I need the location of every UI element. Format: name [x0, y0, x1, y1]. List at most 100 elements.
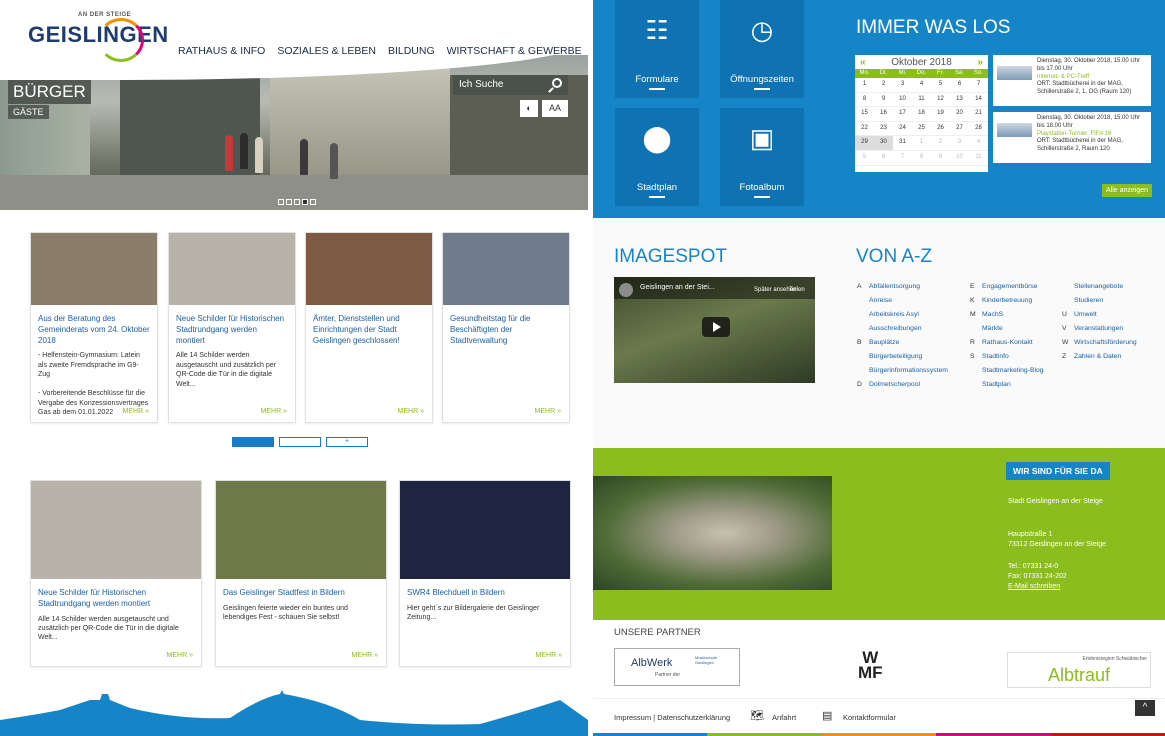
calendar-day[interactable]: 3 [893, 78, 912, 92]
calendar-day[interactable]: 23 [874, 122, 893, 136]
news-title[interactable]: SWR4 Blechduell in Bildern [400, 588, 570, 599]
az-link[interactable]: MachS [982, 311, 1003, 318]
calendar-day[interactable]: 1 [855, 78, 874, 92]
calendar-day[interactable]: 21 [969, 107, 988, 121]
news-title[interactable]: Ämter, Dienststellen und Einrichtungen d… [306, 314, 432, 346]
calendar-day[interactable]: 30 [874, 136, 893, 150]
calendar-day[interactable]: 12 [931, 93, 950, 107]
share-button[interactable]: Teilen [789, 287, 805, 293]
news-title[interactable]: Das Geislinger Stadtfest in Bildern [216, 588, 386, 599]
calendar-day[interactable]: 2 [931, 136, 950, 150]
az-entry[interactable]: M MachS [970, 308, 1044, 322]
news-more-link[interactable]: MEHR » [167, 652, 193, 659]
calendar-day[interactable]: 19 [931, 107, 950, 121]
calendar-next-button[interactable]: » [977, 57, 983, 68]
az-link[interactable]: Veranstaltungen [1074, 325, 1123, 332]
calendar-day[interactable]: 3 [950, 136, 969, 150]
pager-page-1[interactable] [232, 437, 274, 447]
nav-rathaus[interactable]: RATHAUS & INFO [178, 45, 265, 57]
event-title[interactable]: Internet- & PC-Treff [1037, 74, 1147, 82]
service-tile[interactable]: ☷ Formulare [615, 0, 699, 98]
calendar-day[interactable]: 4 [912, 78, 931, 92]
news-more-link[interactable]: MEHR » [352, 652, 378, 659]
hero-tab-gaeste[interactable]: GÄSTE [8, 105, 49, 119]
calendar-day[interactable]: 5 [855, 151, 874, 165]
calendar-day[interactable]: 1 [912, 136, 931, 150]
az-entry[interactable]: Z Zahlen & Daten [1062, 350, 1137, 364]
calendar-day[interactable]: 6 [874, 151, 893, 165]
az-entry[interactable]: E Engagementbörse [970, 280, 1044, 294]
az-link[interactable]: Märkte [982, 325, 1003, 332]
az-entry[interactable]: D Dolmetscherpool [857, 378, 948, 392]
hero-slider-dots[interactable] [278, 199, 316, 205]
news-card[interactable]: Aus der Beratung des Gemeinderats vom 24… [30, 232, 158, 423]
news-card[interactable]: Gesundheitstag für die Beschäftigten der… [442, 232, 570, 423]
calendar-prev-button[interactable]: « [860, 57, 866, 68]
hero-tab-buerger[interactable]: BÜRGER [8, 80, 91, 104]
news-more-link[interactable]: MEHR » [261, 408, 287, 415]
video-player[interactable]: Geislingen an der Stei... Später ansehen… [614, 277, 815, 383]
partner-albwerk-logo[interactable]: AlbWerk Partner der Musikschule Geisling… [614, 648, 740, 686]
az-link[interactable]: Stadtmarketing-Blog [982, 367, 1044, 374]
az-link[interactable]: Ausschreibungen [869, 325, 922, 332]
az-entry[interactable]: U Umwelt [1062, 308, 1137, 322]
az-entry[interactable]: Bürgerinformationssystem [857, 364, 948, 378]
az-entry[interactable]: Anreise [857, 294, 948, 308]
calendar-day[interactable]: 29 [855, 136, 874, 150]
calendar-day[interactable]: 16 [874, 107, 893, 121]
az-entry[interactable]: Stadtplan [970, 378, 1044, 392]
calendar-day[interactable]: 11 [969, 151, 988, 165]
calendar-day[interactable]: 7 [969, 78, 988, 92]
service-tile[interactable]: ⬤ Stadtplan [615, 108, 699, 206]
calendar-day[interactable]: 26 [931, 122, 950, 136]
nav-wirtschaft[interactable]: WIRTSCHAFT & GEWERBE [447, 45, 582, 57]
event-item[interactable]: Dienstag, 30. Oktober 2018, 15.00 Uhr bi… [993, 55, 1151, 106]
calendar-day[interactable]: 8 [912, 151, 931, 165]
az-link[interactable]: Stadtinfo [982, 353, 1009, 360]
calendar-day[interactable]: 5 [931, 78, 950, 92]
calendar-day[interactable]: 11 [912, 93, 931, 107]
news-more-link[interactable]: MEHR » [536, 652, 562, 659]
calendar-day[interactable]: 2 [874, 78, 893, 92]
az-link[interactable]: Wirtschaftsförderung [1074, 339, 1137, 346]
pager-page-2[interactable] [279, 437, 321, 447]
search-input[interactable]: Ich Suche [453, 75, 568, 95]
calendar-day[interactable]: 20 [950, 107, 969, 121]
calendar-day[interactable]: 10 [950, 151, 969, 165]
calendar-day[interactable]: 14 [969, 93, 988, 107]
az-link[interactable]: Studieren [1074, 297, 1103, 304]
font-size-button[interactable]: AA [542, 100, 568, 117]
az-link[interactable]: Bauplätze [869, 339, 899, 346]
az-entry[interactable]: Stellenangebote [1062, 280, 1137, 294]
event-title[interactable]: Playstation-Turnier: FIFA 19 [1037, 131, 1147, 139]
calendar-day[interactable]: 28 [969, 122, 988, 136]
az-entry[interactable]: K Kinderbetreuung [970, 294, 1044, 308]
calendar-day[interactable]: 8 [855, 93, 874, 107]
az-link[interactable]: Rathaus-Kontakt [982, 339, 1033, 346]
news-card[interactable]: SWR4 Blechduell in Bildern Hier geht´s zu… [399, 480, 571, 667]
az-link[interactable]: Dolmetscherpool [869, 381, 920, 388]
event-item[interactable]: Dienstag, 30. Oktober 2018, 15.00 Uhr bi… [993, 112, 1151, 163]
az-entry[interactable]: W Wirtschaftsförderung [1062, 336, 1137, 350]
calendar-day[interactable]: 4 [969, 136, 988, 150]
calendar-day[interactable]: 18 [912, 107, 931, 121]
kontakt-link[interactable]: Kontaktformular [843, 713, 896, 722]
news-title[interactable]: Gesundheitstag für die Beschäftigten der… [443, 314, 569, 346]
news-more-link[interactable]: MEHR » [398, 408, 424, 415]
az-entry[interactable]: Ausschreibungen [857, 322, 948, 336]
az-link[interactable]: Engagementbörse [982, 283, 1038, 290]
calendar-day[interactable]: 10 [893, 93, 912, 107]
az-link[interactable]: Umwelt [1074, 311, 1097, 318]
calendar-day[interactable]: 25 [912, 122, 931, 136]
az-entry[interactable]: Bürgerbeteiligung [857, 350, 948, 364]
az-entry[interactable]: S Stadtinfo [970, 350, 1044, 364]
az-link[interactable]: Anreise [869, 297, 892, 304]
calendar-day[interactable]: 17 [893, 107, 912, 121]
nav-bildung[interactable]: BILDUNG [388, 45, 435, 57]
back-to-top-button[interactable]: ^ [1135, 700, 1155, 716]
az-entry[interactable]: A Abfallentsorgung [857, 280, 948, 294]
az-entry[interactable]: R Rathaus-Kontakt [970, 336, 1044, 350]
partner-albtrauf-logo[interactable]: Erlebnisregion Schwäbischer Albtrauf [1007, 652, 1151, 688]
az-entry[interactable]: V Veranstaltungen [1062, 322, 1137, 336]
news-title[interactable]: Neue Schilder für Historischen Stadtrund… [31, 588, 201, 610]
